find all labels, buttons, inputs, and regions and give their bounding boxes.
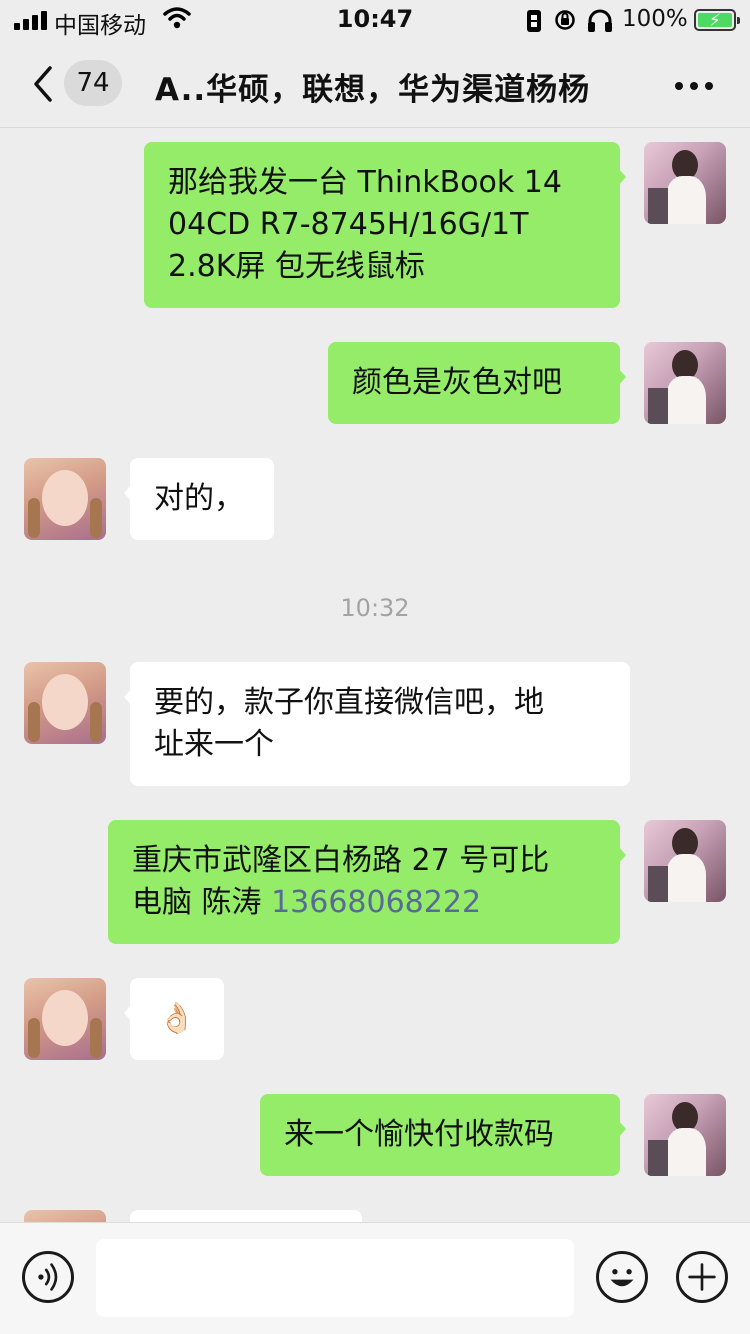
message-bubble-received[interactable]: 要的，款子你直接微信吧，地 址来一个 xyxy=(124,662,630,786)
message-bubble-received[interactable]: 对的， xyxy=(124,458,274,540)
message-text: 电脑 陈涛 xyxy=(132,885,272,920)
message-text: 要的，款子你直接微信吧，地 xyxy=(154,685,544,720)
headphones-icon xyxy=(588,9,612,32)
message-emoji: 👌🏻 xyxy=(158,1001,196,1036)
emoji-icon[interactable] xyxy=(596,1251,648,1303)
avatar[interactable] xyxy=(644,820,726,902)
voice-icon[interactable] xyxy=(22,1251,74,1303)
rotation-lock-icon xyxy=(555,10,575,30)
more-icon[interactable] xyxy=(673,64,715,104)
message-text: 04CD R7-8745H/16G/1T xyxy=(168,207,529,242)
input-bar xyxy=(0,1222,750,1334)
avatar[interactable] xyxy=(24,978,106,1060)
message-text: 那给我发一台 ThinkBook 14 xyxy=(168,165,562,200)
avatar[interactable] xyxy=(24,458,106,540)
message-text: 址来一个 xyxy=(154,727,274,762)
message-text: 2.8K屏 包无线鼠标 xyxy=(168,249,425,284)
message-bubble-sent[interactable]: 来一个愉快付收款码 xyxy=(260,1094,626,1176)
message-bubble-received[interactable]: 👌🏻 xyxy=(124,978,224,1060)
avatar[interactable] xyxy=(644,142,726,224)
status-bar: 中国移动 10:47 100% ⚡ xyxy=(0,0,750,40)
avatar[interactable] xyxy=(24,662,106,744)
lock-screen-icon xyxy=(527,10,541,32)
message-text-line: 电脑 陈涛 13668068222 xyxy=(132,882,596,924)
message-bubble-sent[interactable]: 那给我发一台 ThinkBook 14 04CD R7-8745H/16G/1T… xyxy=(144,142,626,308)
unread-count-badge[interactable]: 74 xyxy=(64,60,122,106)
chat-title: A..华硕，联想，华为渠道杨杨 xyxy=(155,72,591,108)
phone-number-link[interactable]: 13668068222 xyxy=(271,885,481,920)
avatar[interactable] xyxy=(644,1094,726,1176)
message-input[interactable] xyxy=(96,1239,574,1317)
message-text: 重庆市武隆区白杨路 27 号可比 xyxy=(132,843,550,878)
message-bubble-sent[interactable]: 颜色是灰色对吧 xyxy=(328,342,626,424)
avatar[interactable] xyxy=(644,342,726,424)
message-text: 对的， xyxy=(154,481,244,516)
message-text: 来一个愉快付收款码 xyxy=(284,1117,554,1152)
message-text: 颜色是灰色对吧 xyxy=(352,365,562,400)
plus-icon[interactable] xyxy=(676,1251,728,1303)
message-timestamp: 10:32 xyxy=(340,594,410,622)
chevron-left-icon[interactable] xyxy=(28,64,58,104)
battery-percent: 100% xyxy=(622,6,688,32)
battery-icon: ⚡ xyxy=(694,9,740,31)
chat-header: 74 A..华硕，联想，华为渠道杨杨 xyxy=(0,40,750,128)
message-bubble-sent[interactable]: 重庆市武隆区白杨路 27 号可比 电脑 陈涛 13668068222 xyxy=(108,820,626,944)
